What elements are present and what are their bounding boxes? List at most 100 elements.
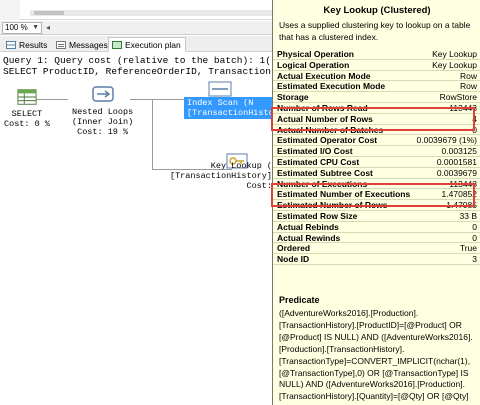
property-name: Actual Rebinds (277, 221, 339, 232)
plan-node-cost: Cost: (246, 181, 272, 191)
tab-messages[interactable]: Messages (52, 37, 113, 52)
scroll-left-icon[interactable]: ◂ (46, 23, 50, 32)
tooltip-description: Uses a supplied clustering key to lookup… (279, 20, 471, 42)
select-icon (17, 89, 37, 105)
query-sql-text: SELECT ProductID, ReferenceOrderID, Tran… (3, 66, 271, 77)
tooltip-property-row: Estimated Number of Rows 1.47085 (273, 200, 480, 211)
tooltip-property-row: Actual Rebinds 0 (273, 222, 480, 233)
property-value: 3 (472, 254, 477, 265)
property-value: 1.47085 (446, 200, 477, 211)
property-value: RowStore (439, 92, 477, 103)
nested-loops-icon (91, 86, 114, 102)
property-value: Key Lookup (432, 49, 477, 59)
property-name: Estimated Subtree Cost (277, 167, 373, 178)
tab-execution-plan-label: Execution plan (125, 40, 181, 50)
property-value: 0.0039679 (1%) (416, 135, 478, 146)
property-name: Estimated Row Size (277, 210, 358, 221)
property-name: Actual Number of Rows (277, 113, 373, 124)
plan-node-subtitle: [TransactionHistory] (169, 171, 272, 181)
tooltip-property-row: Storage RowStore (273, 92, 480, 103)
property-value: Row (459, 70, 477, 81)
property-value: 4 (472, 113, 477, 124)
tooltip-property-row: Estimated Operator Cost 0.0039679 (1%) (273, 135, 480, 147)
property-name: Number of Executions (277, 178, 368, 189)
property-name: Actual Number of Batches (277, 124, 384, 135)
property-value: 33 B (459, 210, 478, 221)
tab-messages-label: Messages (69, 40, 108, 50)
chevron-down-icon: ▼ (32, 24, 39, 31)
property-value: 0 (472, 232, 477, 243)
tab-results-label: Results (19, 40, 48, 50)
property-value: 0 (472, 124, 477, 135)
zoom-dropdown[interactable]: 100 % ▼ (2, 22, 42, 34)
property-value: 0.0039679 (436, 167, 477, 178)
property-name: Estimated Operator Cost (277, 135, 378, 146)
property-value: 0.003125 (441, 146, 477, 157)
zoom-value: 100 % (5, 23, 28, 32)
plan-node-cost: Cost: 0 % (4, 119, 50, 129)
plan-connector (130, 99, 184, 100)
tooltip-property-row: Logical Operation Key Lookup (273, 60, 480, 71)
execution-plan-icon (112, 41, 122, 49)
tooltip-property-row: Actual Rewinds 0 (273, 233, 480, 244)
property-name: Node ID (277, 254, 310, 265)
line-number-gutter (0, 0, 20, 20)
messages-icon (56, 41, 66, 49)
tooltip-property-row: Estimated Execution Mode Row (273, 81, 480, 93)
tooltip-property-row: Number of Executions 113443 (273, 179, 480, 190)
plan-node-index-scan[interactable]: Index Scan (N [TransactionHistory (184, 97, 272, 119)
query-editor[interactable] (0, 0, 272, 20)
plan-node-key-lookup[interactable]: Key Lookup ( [TransactionHistory] Cost: (168, 161, 272, 191)
property-value: 113443 (449, 178, 477, 189)
property-value: Row (459, 81, 477, 92)
tooltip-property-row: Physical Operation Key Lookup (273, 49, 480, 60)
plan-node-subtitle: [TransactionHistory (187, 108, 272, 118)
tooltip-property-row: Estimated Number of Executions 1.470852 (273, 189, 480, 201)
property-value: 1.470852 (441, 189, 477, 200)
plan-node-subtitle: (Inner Join) (72, 117, 134, 127)
property-name: Estimated Execution Mode (277, 81, 386, 92)
property-name: Physical Operation (277, 49, 354, 59)
predicate-title: Predicate (279, 295, 320, 305)
property-name: Ordered (277, 243, 311, 254)
property-name: Number of Rows Read (277, 102, 368, 113)
property-name: Estimated I/O Cost (277, 146, 353, 157)
plan-node-select[interactable]: SELECT Cost: 0 % (4, 87, 50, 129)
tooltip-title: Key Lookup (Clustered) (323, 5, 431, 16)
property-name: Actual Rewinds (277, 232, 341, 243)
query-cost-header: Query 1: Query cost (relative to the bat… (3, 55, 271, 66)
tab-results[interactable]: Results (2, 37, 52, 52)
tab-execution-plan[interactable]: Execution plan (108, 37, 186, 52)
tooltip-property-row: Estimated I/O Cost 0.003125 (273, 146, 480, 157)
property-value: 0.0001581 (436, 156, 477, 167)
property-name: Estimated CPU Cost (277, 156, 360, 167)
scrollbar-thumb[interactable] (34, 11, 64, 15)
tooltip-property-row: Actual Number of Rows 4 (273, 114, 480, 125)
property-name: Storage (277, 92, 309, 103)
tooltip-property-row: Estimated Row Size 33 B (273, 211, 480, 222)
property-value: 113443 (449, 102, 477, 113)
property-value: True (459, 243, 477, 254)
tooltip-property-row: Estimated Subtree Cost 0.0039679 (273, 168, 480, 179)
predicate-text: ([AdventureWorks2016].[Production].[Tran… (279, 308, 473, 405)
property-value: Key Lookup (432, 59, 477, 70)
tooltip-property-row: Ordered True (273, 243, 480, 255)
tooltip-property-row: Estimated CPU Cost 0.0001581 (273, 157, 480, 168)
plan-connector (152, 99, 153, 169)
property-name: Logical Operation (277, 59, 350, 70)
tooltip-property-row: Actual Number of Batches 0 (273, 125, 480, 136)
property-name: Estimated Number of Rows (277, 200, 388, 211)
tooltip-property-row: Node ID 3 (273, 254, 480, 265)
plan-node-name: Nested Loops (72, 107, 134, 117)
plan-node-name: Index Scan (N (187, 98, 254, 108)
editor-horizontal-scrollbar[interactable] (30, 10, 272, 16)
execution-plan-pane[interactable]: Query 1: Query cost (relative to the bat… (0, 53, 272, 405)
plan-node-nested-loops[interactable]: Nested Loops (Inner Join) Cost: 19 % (72, 85, 133, 137)
tooltip-property-row: Actual Execution Mode Row (273, 71, 480, 82)
property-name: Actual Execution Mode (277, 70, 371, 81)
grid-icon (6, 41, 16, 49)
operator-tooltip: Key Lookup (Clustered) Uses a supplied c… (272, 0, 480, 405)
plan-node-name: SELECT (11, 109, 43, 119)
zoom-bar: 100 % ▼ ◂ (0, 21, 272, 35)
index-scan-icon (208, 81, 232, 97)
